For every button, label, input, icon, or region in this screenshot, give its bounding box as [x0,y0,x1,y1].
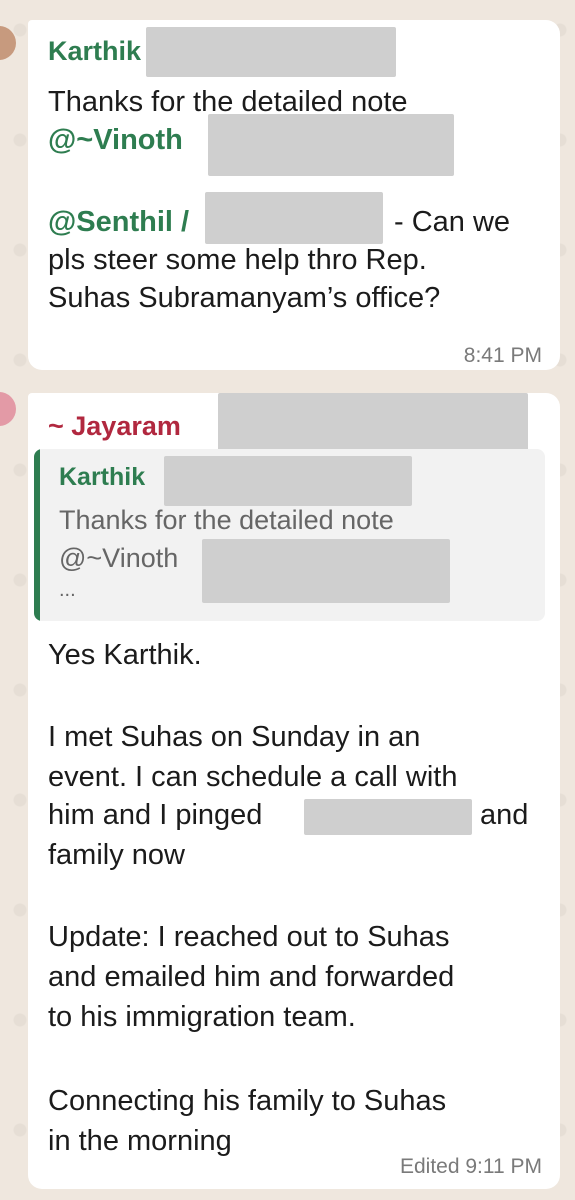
quote-accent-bar [34,449,40,621]
message-text: Yes Karthik. [48,639,202,671]
message-text: - Can we [394,206,511,238]
sender-name[interactable]: ~ Jayaram [48,411,181,442]
message-text: family now [48,839,185,871]
redacted-block [202,539,450,603]
redacted-block [218,393,528,457]
message-timestamp: Edited 9:11 PM [399,1155,542,1178]
mention-link[interactable]: @~Vinoth [48,124,183,157]
quoted-text: Thanks for the detailed note [59,505,394,535]
message-text: I met Suhas on Sunday in an [48,721,421,753]
quoted-ellipsis: ... [59,579,76,601]
quoted-message[interactable]: Karthik Thanks for the detailed note @~V… [34,449,545,621]
quoted-sender: Karthik [59,463,146,491]
message-text: him and I pinged [48,799,263,831]
message-text: event. I can schedule a call with [48,761,458,793]
quoted-text: @~Vinoth [59,543,179,573]
message-text: Suhas Subramanyam’s office? [48,282,441,314]
message-bubble[interactable]: Karthik Thanks for the detailed note @~V… [28,20,560,370]
redacted-block [205,192,383,244]
mention-link[interactable]: @Senthil / [48,206,189,239]
message-text: Connecting his family to Suhas [48,1085,447,1117]
message-text: to his immigration team. [48,1001,356,1033]
redacted-block [208,114,454,176]
message-text: and emailed him and forwarded [48,961,455,993]
message-text: pls steer some help thro Rep. [48,244,427,276]
redacted-block [304,799,472,835]
message-text: and [480,799,529,831]
message-timestamp: 8:41 PM [463,344,542,367]
message-text: in the morning [48,1125,232,1157]
message-bubble[interactable]: ~ Jayaram Karthik Thanks for the detaile… [28,393,560,1189]
sender-name[interactable]: Karthik [48,36,141,67]
redacted-block [164,456,412,506]
message-text: Update: I reached out to Suhas [48,921,450,953]
redacted-block [146,27,396,77]
